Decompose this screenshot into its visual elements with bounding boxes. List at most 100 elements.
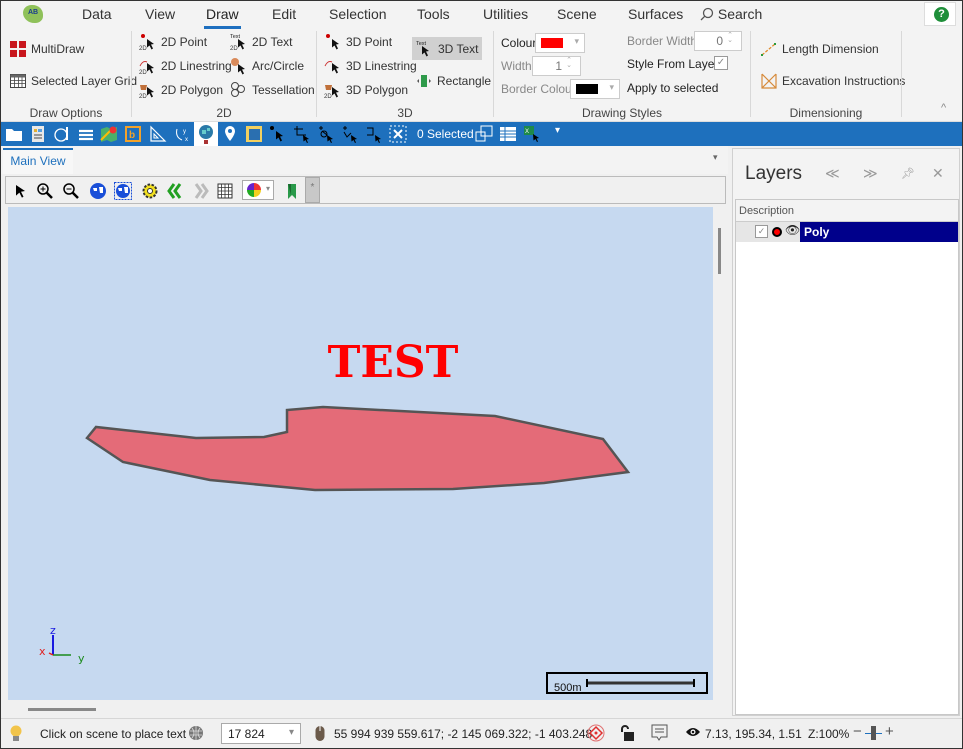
multidraw-button[interactable]: MultiDraw [9, 40, 84, 58]
layer-row[interactable]: ✓ 👁︎ Poly [736, 222, 958, 242]
scene-viewport[interactable]: TEST z x y 500m [8, 207, 713, 700]
menu-view[interactable]: View [145, 6, 175, 22]
select-line-icon[interactable] [293, 125, 311, 143]
clear-selection-icon[interactable] [389, 125, 407, 143]
excavation-instructions-button[interactable]: Excavation Instructions [760, 72, 905, 90]
axis-icon[interactable]: yx [173, 125, 191, 143]
map-pin-icon[interactable] [100, 125, 118, 143]
tab-main-view[interactable]: Main View [3, 148, 73, 174]
multidraw-icon [10, 41, 26, 57]
vertical-scroll-thumb[interactable] [718, 228, 721, 274]
border-colour-picker[interactable]: ▾ [570, 79, 620, 99]
collapse-ribbon-button[interactable]: ^ [941, 102, 946, 114]
folder-icon[interactable] [5, 125, 23, 143]
menu-scene[interactable]: Scene [557, 6, 597, 22]
collapse-left-icon[interactable]: ≪ [825, 165, 840, 182]
attribute-table-icon[interactable] [499, 125, 517, 143]
svg-text:X: X [525, 129, 529, 135]
scale-combo[interactable]: 17 824 [221, 723, 301, 744]
search-button[interactable]: Search [700, 6, 762, 22]
layer-visibility-checkbox[interactable]: ✓ [755, 225, 768, 238]
apply-to-selected-button[interactable]: Apply to selected [627, 81, 718, 95]
length-dimension-button[interactable]: Length Dimension [760, 40, 879, 58]
vertical-scrollbar[interactable] [713, 207, 727, 700]
globe-scale-icon[interactable] [188, 725, 204, 741]
horizontal-scroll-thumb[interactable] [28, 708, 96, 711]
pin-view-button[interactable]: * [305, 177, 320, 203]
document-icon[interactable] [29, 125, 47, 143]
zoom-slider-thumb[interactable] [871, 726, 876, 740]
layers-icon[interactable] [77, 125, 95, 143]
2d-point-button[interactable]: 2D 2D Point [139, 33, 207, 51]
2d-text-button[interactable]: Text 2D 2D Text [230, 33, 292, 51]
menu-draw[interactable]: Draw [204, 6, 241, 29]
scene-text-label[interactable]: TEST [328, 337, 459, 388]
select-lasso-icon[interactable] [341, 125, 359, 143]
layer-name[interactable]: Poly [800, 222, 958, 242]
tab-list-dropdown[interactable]: ▾ [713, 152, 718, 163]
eye-icon[interactable]: 👁︎ [785, 223, 800, 237]
toolbar-overflow-button[interactable]: ▾ [555, 125, 560, 136]
colour-picker[interactable]: ▾ [535, 33, 585, 53]
3d-point-button[interactable]: 3D Point [324, 33, 392, 51]
collapse-right-icon[interactable]: ≫ [863, 165, 878, 182]
group-label-3d: 3D [397, 106, 413, 120]
selected-layer-grid-button[interactable]: Selected Layer Grid [9, 72, 137, 90]
palette-icon[interactable] [53, 125, 71, 143]
location-pin-icon[interactable] [221, 125, 239, 143]
border-width-spinner[interactable]: 0 [694, 31, 742, 51]
zoom-window-globe-icon[interactable] [114, 182, 132, 200]
zoom-extents-globe-icon[interactable] [89, 182, 107, 200]
menu-surfaces[interactable]: Surfaces [628, 6, 683, 22]
rectangle-button[interactable]: Rectangle [415, 72, 491, 90]
arc-circle-button[interactable]: Arc/Circle [230, 57, 304, 75]
polygon-feature[interactable] [85, 405, 631, 492]
menu-edit[interactable]: Edit [272, 6, 296, 22]
color-theme-dropdown[interactable]: ▾ [242, 180, 274, 200]
column-header-description[interactable]: Description [736, 200, 958, 222]
grid-toggle-icon[interactable] [216, 182, 234, 200]
measure-angle-icon[interactable] [149, 125, 167, 143]
menu-tools[interactable]: Tools [417, 6, 450, 22]
select-rect-icon[interactable] [365, 125, 383, 143]
2d-linestring-button[interactable]: 2D 2D Linestring [139, 57, 232, 75]
tessellation-button[interactable]: Tessellation [230, 81, 315, 99]
bing-icon[interactable]: b [124, 125, 142, 143]
app-logo[interactable]: AB [23, 5, 43, 23]
help-button[interactable]: ? [924, 2, 956, 26]
style-from-layer-checkbox[interactable]: ✓ [714, 56, 728, 70]
menu-selection[interactable]: Selection [329, 6, 387, 22]
2d-polygon-button[interactable]: 2D 2D Polygon [139, 81, 223, 99]
3d-text-button[interactable]: Text 3D Text [412, 37, 483, 60]
previous-view-icon[interactable] [166, 182, 184, 200]
menu-data[interactable]: Data [82, 6, 112, 22]
pin-icon[interactable]: 📌︎ [901, 167, 915, 180]
settings-gear-icon[interactable] [141, 182, 159, 200]
frame-icon[interactable] [245, 125, 263, 143]
comment-icon[interactable] [651, 724, 668, 742]
zoom-to-selection-icon[interactable] [475, 125, 493, 143]
horizontal-scrollbar[interactable] [1, 700, 728, 718]
select-polygon-icon[interactable] [317, 125, 335, 143]
zoom-in-button[interactable]: + [885, 723, 894, 740]
globe-toggle-button[interactable] [194, 122, 218, 146]
excel-export-icon[interactable]: X [523, 125, 541, 143]
arc-circle-label: Arc/Circle [252, 59, 305, 73]
svg-text:2D: 2D [139, 70, 147, 75]
zoom-out-icon[interactable] [62, 182, 80, 200]
zoom-out-button[interactable]: − [853, 723, 862, 740]
layer-color-icon[interactable] [772, 227, 782, 237]
width-spinner[interactable]: 1 [532, 56, 581, 76]
zoom-in-icon[interactable] [36, 182, 54, 200]
bookmark-icon[interactable] [283, 182, 301, 200]
close-icon[interactable]: ✕ [932, 165, 944, 182]
lock-open-icon[interactable] [619, 724, 635, 742]
snap-target-icon[interactable] [587, 724, 605, 742]
3d-linestring-button[interactable]: 3D Linestring [324, 57, 417, 75]
status-bar: Click on scene to place text 17 824 55 9… [1, 718, 962, 748]
next-view-icon[interactable] [192, 182, 210, 200]
3d-polygon-button[interactable]: 2D 3D Polygon [324, 81, 408, 99]
select-point-icon[interactable] [269, 125, 287, 143]
menu-utilities[interactable]: Utilities [483, 6, 528, 22]
pointer-icon[interactable] [12, 182, 30, 200]
